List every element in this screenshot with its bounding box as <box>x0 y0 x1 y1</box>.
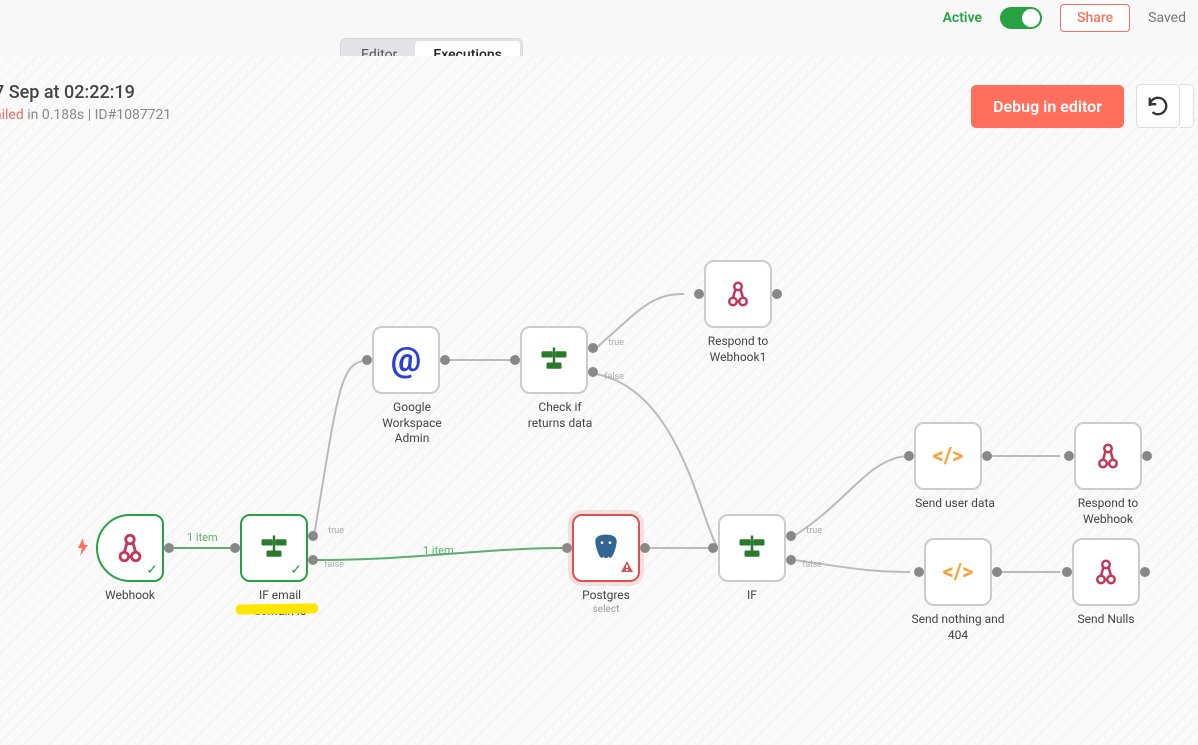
output-port-false[interactable] <box>786 555 796 565</box>
output-port-true[interactable] <box>588 343 598 353</box>
execution-date: 7 Sep at 02:22:19 <box>0 82 171 103</box>
port-label-false: false <box>604 372 624 382</box>
input-port[interactable] <box>1064 451 1074 461</box>
input-port[interactable] <box>510 355 520 365</box>
port-label-true: true <box>806 526 822 536</box>
input-port[interactable] <box>904 451 914 461</box>
execution-status: ailed <box>0 107 24 123</box>
node-respond1-label: Respond to Webhook1 <box>688 334 788 365</box>
execution-header: 7 Sep at 02:22:19 ailed in 0.188s | ID#1… <box>0 82 171 123</box>
code-icon: </> <box>933 444 964 469</box>
yellow-highlight <box>236 603 318 614</box>
saved-label: Saved <box>1148 10 1186 26</box>
node-send-user-data-label: Send user data <box>914 496 996 512</box>
output-port[interactable] <box>772 289 782 299</box>
node-send-nothing-label: Send nothing and 404 <box>908 612 1008 643</box>
node-send-user-data[interactable]: </> <box>914 422 982 490</box>
output-port[interactable] <box>1140 567 1150 577</box>
output-port[interactable] <box>1142 451 1152 461</box>
node-check-returns-label: Check if returns data <box>520 400 600 431</box>
output-port-true[interactable] <box>308 531 318 541</box>
node-if[interactable]: true false <box>718 514 786 582</box>
node-google-workspace-admin[interactable]: @ <box>372 326 440 394</box>
input-port[interactable] <box>230 543 240 553</box>
input-port[interactable] <box>1062 567 1072 577</box>
node-check-if-returns-data[interactable]: true false <box>520 326 588 394</box>
input-port[interactable] <box>708 543 718 553</box>
port-label-false: false <box>324 560 344 570</box>
code-icon: </> <box>943 560 974 585</box>
output-port-false[interactable] <box>308 555 318 565</box>
execution-duration: in 0.188s <box>24 107 88 123</box>
branch-icon <box>539 345 569 375</box>
share-button[interactable]: Share <box>1060 4 1130 32</box>
node-postgres-sublabel: select <box>572 604 640 615</box>
debug-in-editor-button[interactable]: Debug in editor <box>971 85 1124 128</box>
node-respond-label: Respond to Webhook <box>1060 496 1156 527</box>
port-label-true: true <box>328 526 344 536</box>
node-send-nothing-404[interactable]: </> <box>924 538 992 606</box>
webhook-icon <box>113 531 147 565</box>
active-label: Active <box>943 10 982 26</box>
trigger-bolt-icon <box>76 538 90 560</box>
input-port[interactable] <box>914 567 924 577</box>
node-if-email-domain[interactable]: ✓ true false <box>240 514 308 582</box>
execution-id: ID#1087721 <box>91 107 171 123</box>
branch-icon <box>737 533 767 563</box>
output-port[interactable] <box>164 543 174 553</box>
check-icon: ✓ <box>290 562 302 578</box>
node-webhook[interactable]: ✓ <box>96 514 164 582</box>
node-respond-to-webhook1[interactable] <box>704 260 772 328</box>
output-port[interactable] <box>992 567 1002 577</box>
output-port-true[interactable] <box>786 531 796 541</box>
postgres-icon <box>590 532 622 564</box>
edge-label-1-item-a: 1 item <box>184 531 221 544</box>
input-port[interactable] <box>562 543 572 553</box>
at-icon: @ <box>391 340 421 380</box>
port-label-false: false <box>802 560 822 570</box>
refresh-button[interactable] <box>1136 84 1180 128</box>
more-button[interactable] <box>1180 84 1194 128</box>
node-postgres-label: Postgres <box>572 588 640 604</box>
webhook-icon <box>1091 557 1121 587</box>
output-port[interactable] <box>440 355 450 365</box>
branch-icon <box>259 533 289 563</box>
node-respond-to-webhook[interactable] <box>1074 422 1142 490</box>
input-port[interactable] <box>362 355 372 365</box>
node-webhook-label: Webhook <box>96 588 164 604</box>
node-postgres[interactable] <box>572 514 640 582</box>
output-port[interactable] <box>640 543 650 553</box>
edge-label-1-item-b: 1 item <box>420 544 457 557</box>
node-if-label: IF <box>718 588 786 604</box>
output-port-false[interactable] <box>588 367 598 377</box>
webhook-icon <box>723 279 753 309</box>
node-gworkspace-label: Google Workspace Admin <box>372 400 452 447</box>
active-toggle[interactable] <box>1000 7 1042 29</box>
webhook-icon <box>1093 441 1123 471</box>
error-icon <box>620 559 634 578</box>
output-port[interactable] <box>982 451 992 461</box>
port-label-true: true <box>608 338 624 348</box>
check-icon: ✓ <box>146 562 158 578</box>
refresh-icon <box>1147 95 1169 117</box>
node-send-nulls[interactable] <box>1072 538 1140 606</box>
input-port[interactable] <box>694 289 704 299</box>
node-send-nulls-label: Send Nulls <box>1064 612 1148 628</box>
